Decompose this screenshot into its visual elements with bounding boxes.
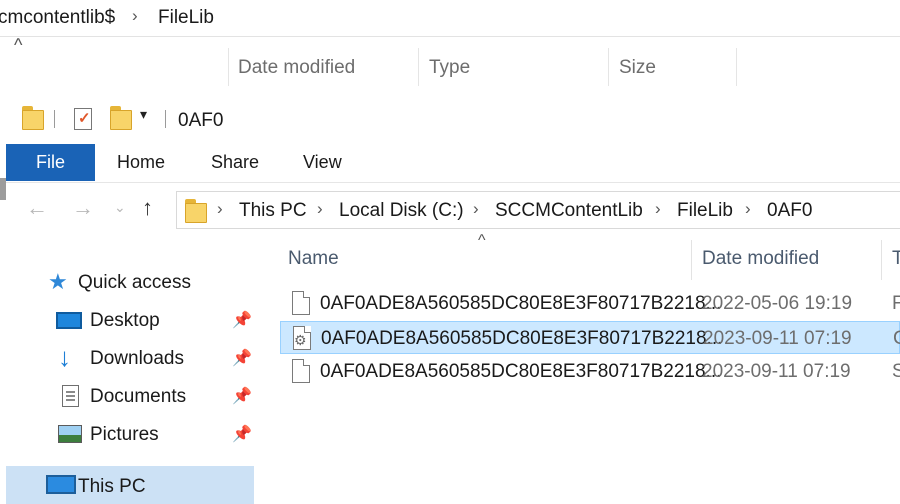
column-header-type[interactable]: T [892, 248, 900, 270]
background-column-headers: ^ Date modified Type Size [0, 35, 900, 89]
nav-item-label: Documents [90, 386, 187, 407]
customize-toolbar-dropdown-icon[interactable]: ▾ [140, 106, 147, 123]
tab-view[interactable]: View [303, 144, 342, 181]
column-header-date-modified[interactable]: Date modified [238, 57, 355, 79]
file-date: 2023-09-11 07:19 [702, 361, 851, 382]
pictures-icon [58, 425, 82, 443]
nav-item-documents[interactable]: Documents 📌 [0, 377, 262, 415]
documents-icon [62, 385, 79, 407]
nav-item-label: Downloads [90, 348, 184, 369]
desktop-icon [56, 312, 82, 329]
title-bar [0, 92, 900, 144]
pin-icon[interactable]: 📌 [232, 348, 252, 368]
chevron-right-icon: › [132, 6, 138, 25]
gear-icon: ⚙ [294, 332, 307, 348]
nav-item-label: Desktop [90, 310, 160, 331]
file-list: ^ Name Date modified T 0AF0ADE8A560585DC… [276, 232, 900, 500]
star-icon: ★ [48, 269, 68, 294]
file-row[interactable]: 0AF0ADE8A560585DC80E8E3F80717B2218... 20… [280, 287, 900, 320]
download-arrow-icon: ↓ [58, 342, 71, 372]
sort-up-icon: ^ [14, 35, 23, 55]
nav-item-downloads[interactable]: ↓ Downloads 📌 [0, 339, 262, 377]
file-icon [292, 359, 310, 383]
nav-item-label: This PC [78, 476, 146, 497]
breadcrumb-item[interactable]: FileLib [158, 7, 214, 29]
column-divider [228, 48, 229, 86]
tab-home[interactable]: Home [117, 144, 165, 181]
nav-quick-access[interactable]: ★ Quick access [0, 263, 262, 301]
nav-item-pictures[interactable]: Pictures 📌 [0, 415, 262, 453]
chevron-right-icon: › [317, 199, 323, 218]
address-segment[interactable]: Local Disk (C:) [339, 200, 464, 222]
background-window-breadcrumb: cmcontentlib$ › FileLib [0, 0, 900, 37]
file-date: 2023-09-11 07:19 [703, 328, 852, 349]
column-divider [691, 240, 692, 280]
address-segment[interactable]: 0AF0 [767, 200, 812, 222]
chevron-right-icon: › [473, 199, 479, 218]
chevron-right-icon: › [217, 199, 223, 218]
nav-item-label: Pictures [90, 424, 159, 445]
address-segment[interactable]: This PC [239, 200, 307, 222]
file-name: 0AF0ADE8A560585DC80E8E3F80717B2218... [320, 361, 722, 382]
file-type: S [892, 361, 900, 382]
column-header-type[interactable]: Type [429, 57, 470, 79]
navigation-bar: ← → ⌄ ↑ › This PC › Local Disk (C:) › SC… [0, 182, 900, 239]
nav-item-label: Quick access [78, 272, 191, 293]
file-date: 2022-05-06 19:19 [702, 293, 853, 314]
chevron-right-icon: › [655, 199, 661, 218]
address-segment[interactable]: SCCMContentLib [495, 200, 643, 222]
nav-item-desktop[interactable]: Desktop 📌 [0, 301, 262, 339]
ribbon-tabs: File Home Share View [0, 144, 900, 181]
address-segment[interactable]: FileLib [677, 200, 733, 222]
folder-icon [22, 106, 44, 130]
toolbar-divider [165, 110, 166, 128]
file-icon [292, 291, 310, 315]
forward-arrow-icon[interactable]: → [72, 195, 94, 221]
column-header-date-modified[interactable]: Date modified [702, 248, 819, 270]
column-header-name[interactable]: Name [288, 248, 339, 270]
navigation-pane: ★ Quick access Desktop 📌 ↓ Downloads 📌 D… [0, 178, 276, 504]
chevron-right-icon: › [745, 199, 751, 218]
back-arrow-icon[interactable]: ← [26, 195, 48, 221]
pin-icon[interactable]: 📌 [232, 310, 252, 330]
column-divider [736, 48, 737, 86]
new-folder-icon[interactable] [110, 106, 132, 130]
up-arrow-icon[interactable]: ↑ [142, 195, 153, 221]
tab-file[interactable]: File [6, 144, 95, 181]
address-bar[interactable]: › This PC › Local Disk (C:) › SCCMConten… [176, 191, 900, 229]
file-row-selected[interactable]: ⚙ 0AF0ADE8A560585DC80E8E3F80717B2218... … [280, 321, 900, 354]
file-name: 0AF0ADE8A560585DC80E8E3F80717B2218... [320, 293, 722, 314]
sort-ascending-icon: ^ [478, 232, 486, 249]
folder-icon [185, 199, 207, 223]
pin-icon[interactable]: 📌 [232, 386, 252, 406]
properties-icon[interactable]: ✓ [74, 108, 92, 130]
breadcrumb-item[interactable]: cmcontentlib$ [0, 7, 115, 29]
column-header-size[interactable]: Size [619, 57, 656, 79]
file-row[interactable]: 0AF0ADE8A560585DC80E8E3F80717B2218... 20… [280, 355, 900, 388]
recent-locations-chevron-icon[interactable]: ⌄ [114, 199, 126, 216]
column-divider [881, 240, 882, 280]
column-divider [608, 48, 609, 86]
nav-item-this-pc[interactable]: This PC [6, 466, 254, 504]
computer-icon [46, 475, 76, 494]
toolbar-divider [54, 110, 55, 128]
pin-icon[interactable]: 📌 [232, 424, 252, 444]
pane-edge [0, 178, 6, 200]
file-type: C [893, 328, 900, 349]
tab-share[interactable]: Share [211, 144, 259, 181]
column-divider [418, 48, 419, 86]
file-name: 0AF0ADE8A560585DC80E8E3F80717B2218... [321, 328, 723, 349]
file-type: F [892, 293, 900, 314]
window-title: 0AF0 [178, 110, 224, 131]
